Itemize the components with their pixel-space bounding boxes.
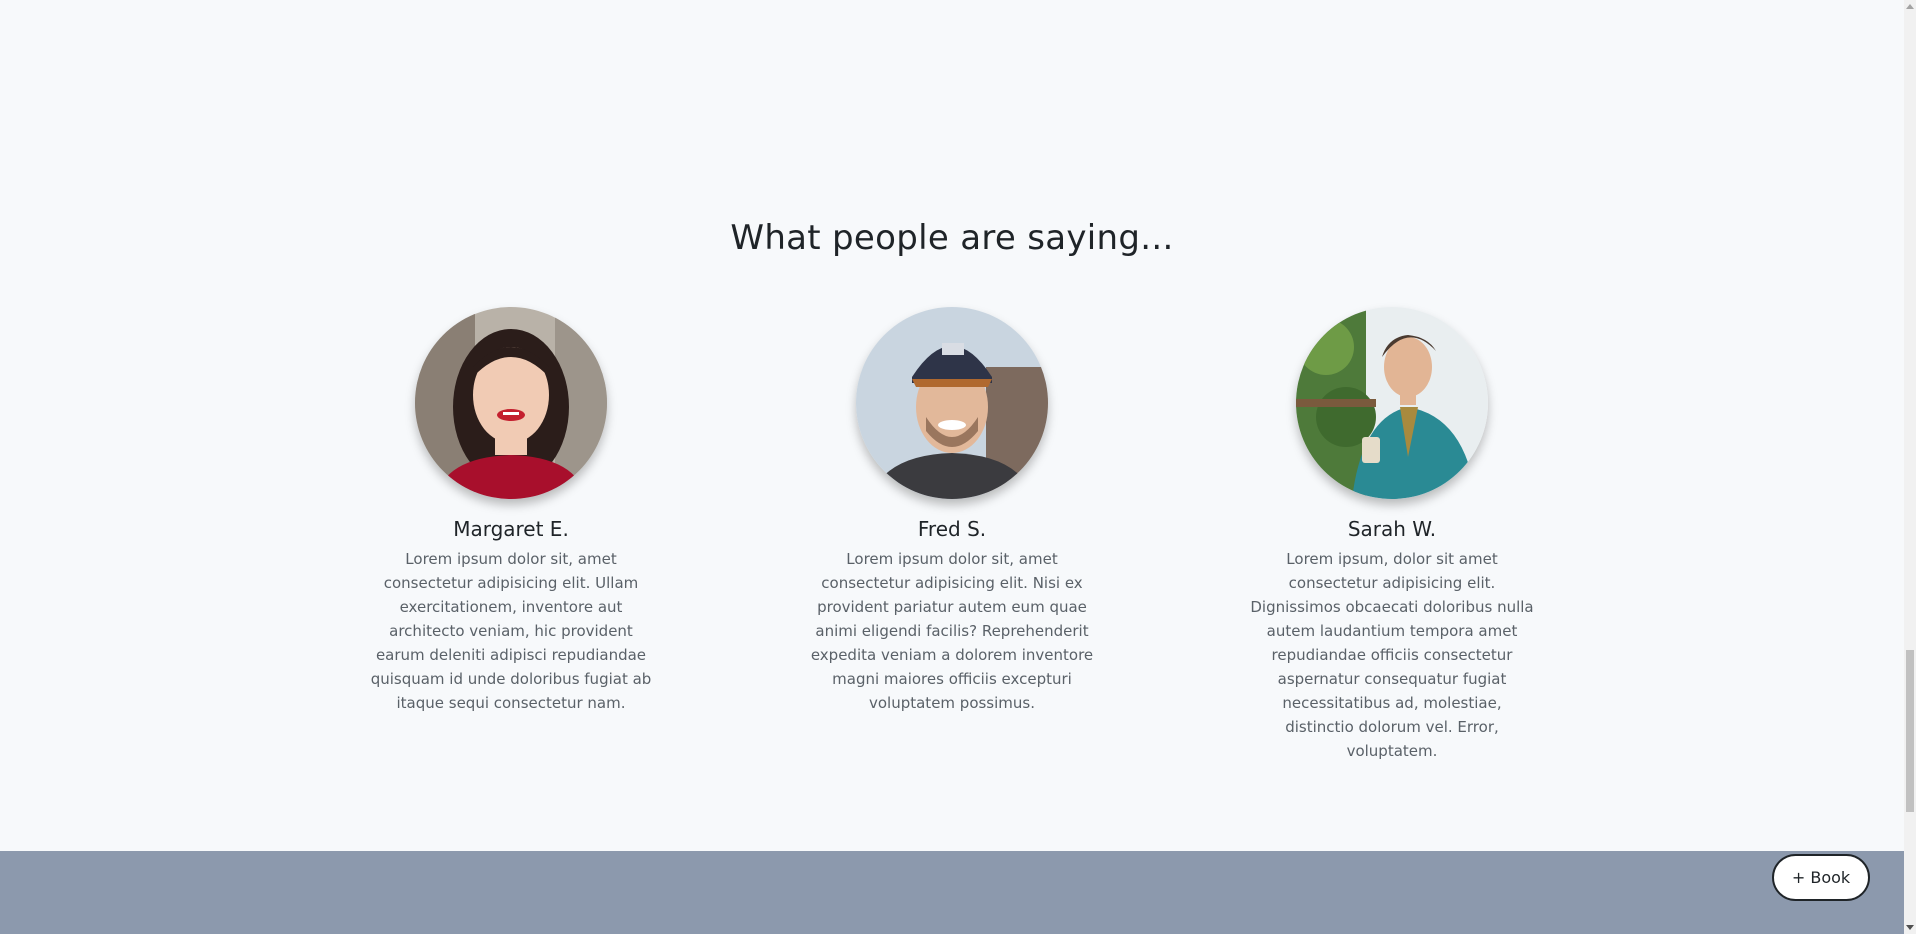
testimonial-name: Margaret E.: [453, 517, 569, 541]
scroll-up-icon[interactable]: [1906, 4, 1914, 9]
page: What people are saying... Margaret E. Lo…: [0, 0, 1916, 934]
avatar-photo: [856, 307, 1048, 499]
avatar-photo: [415, 307, 607, 499]
scrollbar[interactable]: [1904, 0, 1916, 934]
testimonial-quote: Lorem ipsum dolor sit, amet consectetur …: [370, 550, 652, 712]
testimonial-name: Sarah W.: [1347, 517, 1437, 541]
testimonials-section: What people are saying... Margaret E. Lo…: [0, 0, 1904, 851]
testimonial-name: Fred S.: [917, 517, 987, 541]
avatar-photo: [1296, 307, 1488, 499]
testimonial-quote: Lorem ipsum, dolor sit amet consectetur …: [1250, 550, 1534, 760]
footer-band: [0, 851, 1904, 934]
section-title: What people are saying...: [730, 218, 1174, 258]
testimonial-card: Sarah W. Lorem ipsum, dolor sit amet con…: [1242, 307, 1542, 763]
testimonial-card: Fred S. Lorem ipsum dolor sit, amet cons…: [802, 307, 1102, 715]
testimonial-card: Margaret E. Lorem ipsum dolor sit, amet …: [361, 307, 661, 715]
book-button[interactable]: + Book: [1772, 854, 1870, 901]
scroll-down-icon[interactable]: [1906, 925, 1914, 930]
testimonial-quote: Lorem ipsum dolor sit, amet consectetur …: [810, 550, 1094, 712]
scrollbar-thumb[interactable]: [1906, 650, 1914, 812]
